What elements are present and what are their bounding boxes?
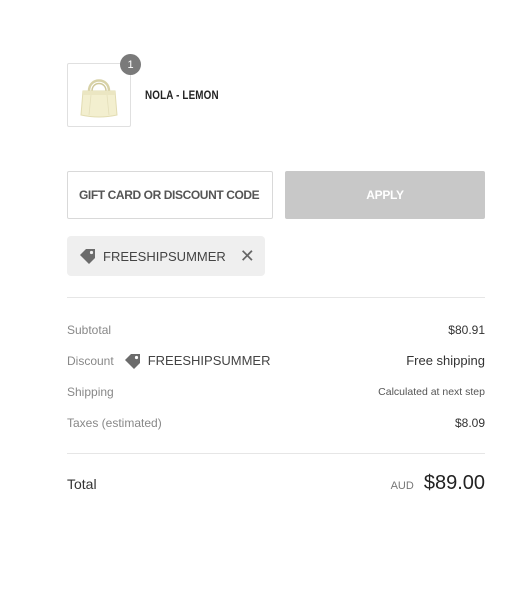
- taxes-row: Taxes (estimated) $8.09: [67, 407, 485, 438]
- shipping-label: Shipping: [67, 384, 114, 399]
- tag-icon: [124, 353, 140, 369]
- close-icon[interactable]: ✕: [240, 247, 255, 265]
- currency-code: AUD: [390, 480, 414, 492]
- discount-code-form: APPLY: [67, 171, 485, 219]
- total-row: Total AUD $89.00: [67, 472, 485, 495]
- quantity-badge: 1: [120, 54, 141, 75]
- taxes-label: Taxes (estimated): [67, 415, 162, 430]
- discount-row: Discount FREESHIPSUMMER Free shipping: [67, 345, 485, 376]
- subtotal-label: Subtotal: [67, 322, 112, 337]
- shipping-value: Calculated at next step: [378, 385, 485, 398]
- product-name: NOLA - LEMON: [145, 88, 219, 102]
- order-summary: Subtotal $80.91 Discount FREESHIPSUMMER …: [67, 320, 485, 438]
- product-line-item: 1 NOLA - LEMON: [67, 54, 235, 127]
- applied-discount-chip: FREESHIPSUMMER ✕: [67, 236, 265, 276]
- total-label: Total: [67, 475, 97, 492]
- divider: [67, 297, 485, 298]
- discount-code-input[interactable]: [67, 171, 273, 219]
- discount-label: Discount: [67, 353, 114, 368]
- discount-value: Free shipping: [406, 353, 485, 368]
- total-amount: $89.00: [423, 472, 485, 494]
- subtotal-row: Subtotal $80.91: [67, 314, 485, 345]
- tote-bag-image: [80, 79, 118, 118]
- discount-code-label: FREESHIPSUMMER: [147, 353, 271, 368]
- product-thumbnail: 1: [67, 54, 141, 127]
- applied-discount-code: FREESHIPSUMMER: [103, 248, 226, 264]
- shipping-row: Shipping Calculated at next step: [67, 376, 485, 407]
- tag-icon: [80, 249, 95, 264]
- taxes-value: $8.09: [454, 415, 485, 430]
- subtotal-value: $80.91: [448, 322, 485, 337]
- apply-button[interactable]: APPLY: [285, 171, 485, 219]
- divider: [67, 453, 485, 454]
